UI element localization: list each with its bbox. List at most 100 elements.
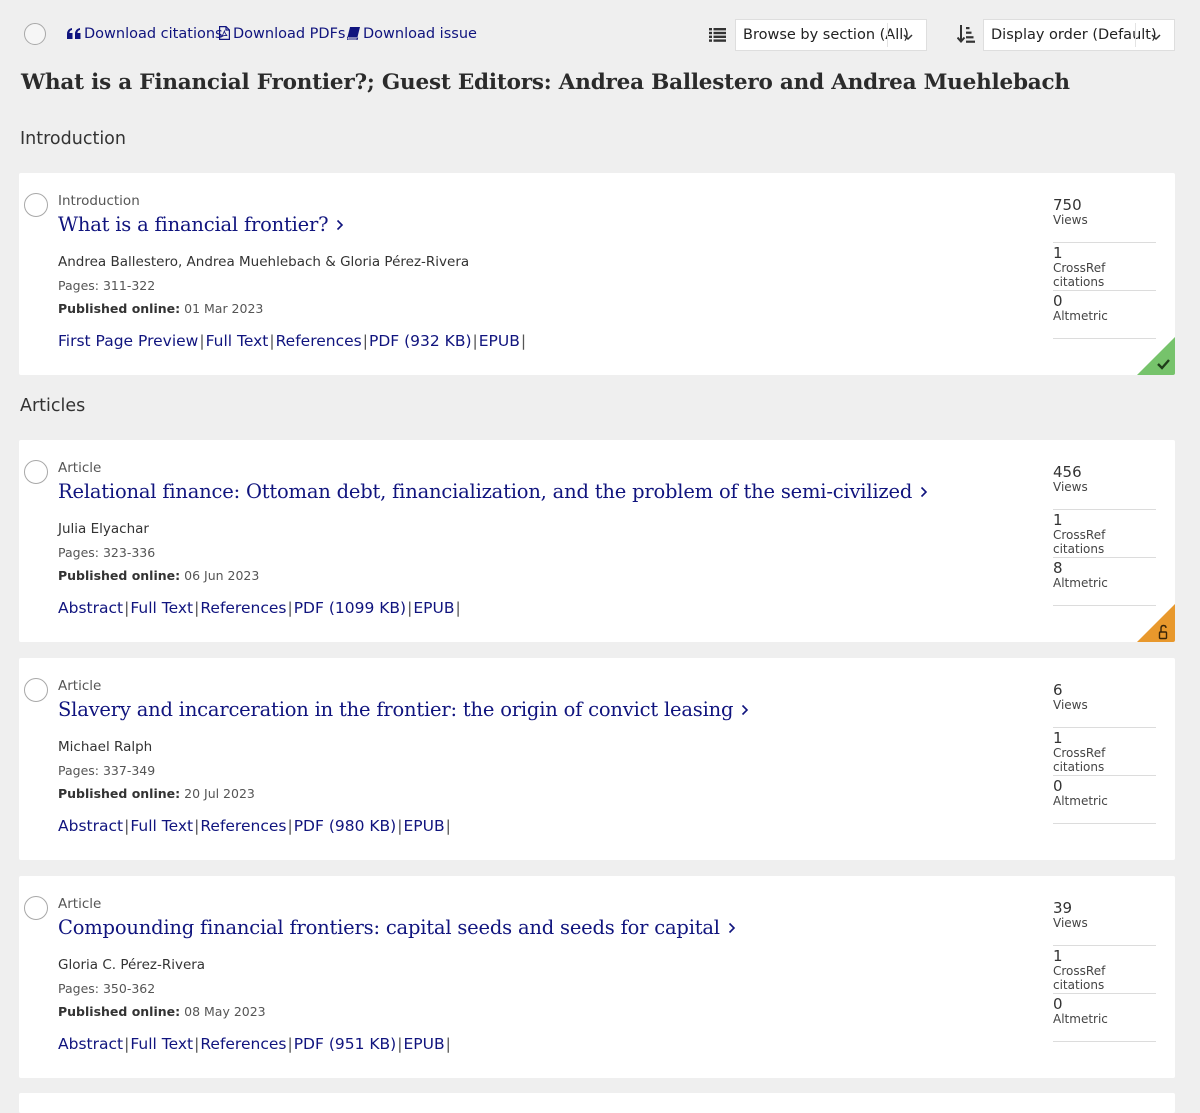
display-order-select[interactable]: Display order (Default) (983, 19, 1175, 51)
references-link[interactable]: References (200, 599, 286, 617)
article-metrics: 6 Views 1 CrossRef citations 0 Altmetric (1053, 681, 1156, 825)
free-access-badge (1137, 337, 1175, 375)
altmetric-metric[interactable]: 0 Altmetric (1053, 292, 1156, 339)
article-title: Relational finance: Ottoman debt, financ… (58, 480, 913, 503)
full-text-link[interactable]: Full Text (130, 1035, 193, 1053)
views-metric: 6 Views (1053, 681, 1156, 728)
chevron-down-icon (903, 29, 913, 45)
pdf-link[interactable]: PDF (980 KB) (294, 817, 397, 835)
article-pages: Pages: 350-362 (58, 981, 156, 996)
pdf-file-icon (219, 26, 230, 44)
article-access-links: Abstract|Full Text|References|PDF (951 K… (58, 1035, 451, 1053)
book-icon (346, 27, 360, 44)
chevron-down-icon (1151, 29, 1161, 45)
article-published-date: Published online: 06 Jun 2023 (58, 568, 260, 583)
download-pdfs-link[interactable]: Download PDFs (219, 26, 346, 44)
article-title: Slavery and incarceration in the frontie… (58, 698, 734, 721)
article-select-checkbox[interactable] (24, 678, 48, 702)
article-published-date: Published online: 08 May 2023 (58, 1004, 266, 1019)
download-issue-label: Download issue (363, 26, 477, 42)
views-metric: 456 Views (1053, 463, 1156, 510)
full-text-link[interactable]: Full Text (130, 817, 193, 835)
select-all-checkbox[interactable] (24, 23, 46, 45)
article-select-checkbox[interactable] (24, 193, 48, 217)
full-text-link[interactable]: Full Text (130, 599, 193, 617)
epub-link[interactable]: EPUB (479, 332, 520, 350)
article-card: Article Compounding financial frontiers:… (19, 876, 1175, 1078)
download-citations-label: Download citations (84, 26, 223, 42)
article-authors: Andrea Ballestero, Andrea Muehlebach & G… (58, 254, 470, 270)
article-type: Article (58, 460, 102, 476)
article-pages: Pages: 323-336 (58, 545, 156, 560)
list-icon (709, 27, 726, 46)
epub-link[interactable]: EPUB (403, 817, 444, 835)
crossref-metric[interactable]: 1 CrossRef citations (1053, 729, 1156, 776)
article-select-checkbox[interactable] (24, 896, 48, 920)
article-title-link[interactable]: Relational finance: Ottoman debt, financ… (58, 480, 928, 503)
references-link[interactable]: References (276, 332, 362, 350)
references-link[interactable]: References (200, 1035, 286, 1053)
article-title-link[interactable]: What is a financial frontier? (58, 213, 344, 236)
pdf-link[interactable]: PDF (932 KB) (369, 332, 472, 350)
pdf-link[interactable]: PDF (1099 KB) (294, 599, 406, 617)
article-metrics: 39 Views 1 CrossRef citations 0 Altmetric (1053, 899, 1156, 1043)
article-authors: Gloria C. Pérez-Rivera (58, 957, 206, 973)
article-card: Article Slavery and incarceration in the… (19, 658, 1175, 860)
article-access-links: Abstract|Full Text|References|PDF (980 K… (58, 817, 451, 835)
abstract-link[interactable]: Abstract (58, 817, 123, 835)
section-heading-introduction: Introduction (20, 129, 126, 149)
issue-title: What is a Financial Frontier?; Guest Edi… (21, 70, 1070, 95)
quote-icon (67, 28, 81, 44)
article-access-links: First Page Preview|Full Text|References|… (58, 332, 527, 350)
article-published-date: Published online: 01 Mar 2023 (58, 301, 264, 316)
epub-link[interactable]: EPUB (403, 1035, 444, 1053)
open-access-badge (1137, 604, 1175, 642)
views-metric: 750 Views (1053, 196, 1156, 243)
download-pdfs-label: Download PDFs (233, 26, 346, 42)
altmetric-metric[interactable]: 0 Altmetric (1053, 777, 1156, 824)
browse-by-section-value: Browse by section (All) (743, 27, 909, 43)
abstract-link[interactable]: Abstract (58, 1035, 123, 1053)
chevron-right-icon (728, 916, 736, 939)
epub-link[interactable]: EPUB (413, 599, 454, 617)
article-access-links: Abstract|Full Text|References|PDF (1099 … (58, 599, 461, 617)
article-card: Introduction What is a financial frontie… (19, 173, 1175, 375)
article-title-link[interactable]: Compounding financial frontiers: capital… (58, 916, 736, 939)
section-heading-articles: Articles (20, 396, 86, 416)
chevron-right-icon (920, 480, 928, 503)
pdf-link[interactable]: PDF (951 KB) (294, 1035, 397, 1053)
references-link[interactable]: References (200, 817, 286, 835)
views-metric: 39 Views (1053, 899, 1156, 946)
article-title-link[interactable]: Slavery and incarceration in the frontie… (58, 698, 749, 721)
chevron-right-icon (336, 213, 344, 236)
article-pages: Pages: 337-349 (58, 763, 156, 778)
download-citations-link[interactable]: Download citations (67, 26, 223, 44)
crossref-metric[interactable]: 1 CrossRef citations (1053, 244, 1156, 291)
article-pages: Pages: 311-322 (58, 278, 156, 293)
article-metrics: 750 Views 1 CrossRef citations 0 Altmetric (1053, 196, 1156, 340)
altmetric-metric[interactable]: 0 Altmetric (1053, 995, 1156, 1042)
abstract-link[interactable]: Abstract (58, 599, 123, 617)
article-type: Article (58, 896, 102, 912)
browse-by-section-select[interactable]: Browse by section (All) (735, 19, 927, 51)
full-text-link[interactable]: Full Text (206, 332, 269, 350)
article-type: Introduction (58, 193, 140, 209)
article-type: Article (58, 678, 102, 694)
altmetric-metric[interactable]: 8 Altmetric (1053, 559, 1156, 606)
chevron-right-icon (741, 698, 749, 721)
article-card: Article Relational finance: Ottoman debt… (19, 440, 1175, 642)
article-authors: Julia Elyachar (58, 521, 149, 537)
article-authors: Michael Ralph (58, 739, 153, 755)
sort-ascending-icon (956, 25, 975, 47)
article-title: What is a financial frontier? (58, 213, 329, 236)
crossref-metric[interactable]: 1 CrossRef citations (1053, 947, 1156, 994)
article-card-partial (19, 1093, 1175, 1113)
display-order-value: Display order (Default) (991, 27, 1157, 43)
article-title: Compounding financial frontiers: capital… (58, 916, 720, 939)
first-page-preview-link[interactable]: First Page Preview (58, 332, 198, 350)
article-published-date: Published online: 20 Jul 2023 (58, 786, 255, 801)
article-select-checkbox[interactable] (24, 460, 48, 484)
crossref-metric[interactable]: 1 CrossRef citations (1053, 511, 1156, 558)
download-issue-link[interactable]: Download issue (346, 26, 477, 44)
article-metrics: 456 Views 1 CrossRef citations 8 Altmetric (1053, 463, 1156, 607)
